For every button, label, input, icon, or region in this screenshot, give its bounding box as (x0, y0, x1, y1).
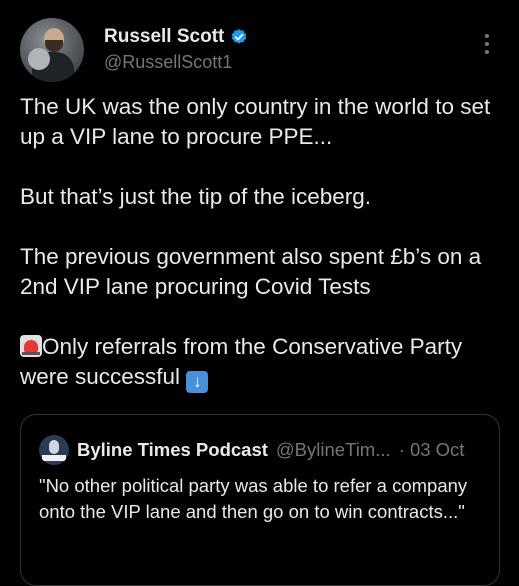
siren-icon (20, 335, 42, 357)
quoted-tweet-text: "No other political party was able to re… (39, 475, 468, 522)
down-arrow-icon: ↓ (186, 371, 209, 393)
author-avatar[interactable] (20, 18, 84, 82)
quoted-author-handle: @BylineTim... (275, 439, 391, 460)
author-name[interactable]: Russell Scott (104, 26, 224, 48)
quoted-author-name: Byline Times Podcast (77, 439, 268, 460)
tweet-body: The UK was the only country in the world… (20, 92, 500, 393)
tweet-paragraph-3: The previous government also spent £b’s … (20, 244, 482, 299)
quoted-author-avatar (39, 435, 69, 465)
tweet-paragraph-4-text: Only referrals from the Conservative Par… (20, 334, 463, 389)
tweet-paragraph-4: Only referrals from the Conservative Par… (20, 332, 500, 393)
tweet-paragraph-2: But that’s just the tip of the iceberg. (20, 184, 372, 209)
more-options-icon[interactable] (484, 34, 490, 56)
quoted-tweet-header: Byline Times Podcast @BylineTim... · 03 … (39, 435, 464, 465)
author-handle[interactable]: @RussellScott1 (104, 52, 232, 73)
verified-badge-icon (232, 29, 247, 44)
author-name-row: Russell Scott (104, 26, 248, 48)
quoted-tweet-date: · 03 Oct (398, 439, 465, 460)
tweet-header: Russell Scott @RussellScott1 (20, 18, 500, 82)
quoted-tweet[interactable]: Byline Times Podcast @BylineTim... · 03 … (20, 414, 500, 586)
tweet-paragraph-1: The UK was the only country in the world… (20, 94, 491, 149)
